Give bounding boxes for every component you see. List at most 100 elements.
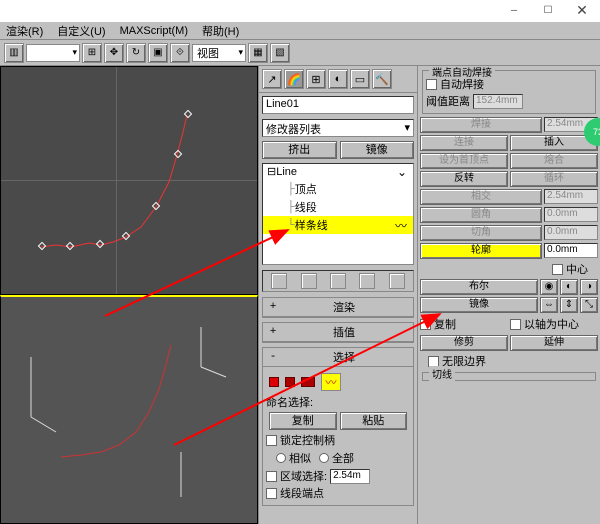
stack-vertex[interactable]: ├ 顶点 xyxy=(263,180,413,198)
menu-customize[interactable]: 自定义(U) xyxy=(57,23,105,39)
spline-drawing xyxy=(1,67,257,294)
stack-spline[interactable]: └ 样条线〰 xyxy=(263,216,413,234)
copy-sel-button[interactable]: 复制 xyxy=(269,412,337,430)
menu-maxscript[interactable]: MAXScript(M) xyxy=(120,25,188,37)
lock-handles-label: 锁定控制柄 xyxy=(280,432,335,448)
mirror-h-icon[interactable]: ⇔ xyxy=(540,297,558,313)
create-tab-icon[interactable]: ↗ xyxy=(262,69,282,89)
close-button[interactable]: ✕ xyxy=(566,2,598,20)
area-sel-check[interactable] xyxy=(266,471,277,482)
copy2-label: 复制 xyxy=(434,316,456,332)
mirror2-button[interactable]: 镜像 xyxy=(420,297,538,313)
tool-a-icon[interactable]: ▧ xyxy=(270,43,290,63)
hierarchy-tab-icon[interactable]: ⊞ xyxy=(306,69,326,89)
make-first-button[interactable]: 设为首顶点 xyxy=(420,153,508,169)
minimize-button[interactable]: — xyxy=(498,2,530,20)
rollout-select[interactable]: -选择 〰 命名选择: 复制 粘贴 锁定控制柄 相似 全部 区域 xyxy=(262,347,414,506)
lock-handles-check[interactable] xyxy=(266,435,277,446)
maximize-button[interactable]: ☐ xyxy=(532,2,564,20)
motion-tab-icon[interactable]: ◐ xyxy=(328,69,348,89)
tool-move-icon[interactable]: ✥ xyxy=(104,43,124,63)
pin-stack-icon[interactable] xyxy=(271,273,287,289)
cycle-button[interactable]: 循环 xyxy=(510,171,598,187)
intersect-button[interactable]: 相交 xyxy=(420,189,542,205)
outline-spinner[interactable]: 0.0mm xyxy=(544,243,598,258)
vertex2-subobj-icon[interactable] xyxy=(285,377,295,387)
mirror-button[interactable]: 镜像 xyxy=(340,141,415,159)
modify-panel: ↗ 🌈 ⊞ ◐ ▭ 🔨 Line01 修改器列表 挤出 镜像 ⊟ Line ⌄ … xyxy=(258,66,418,524)
center-check[interactable] xyxy=(552,264,563,275)
mirror-b-icon[interactable]: ⤡ xyxy=(580,297,598,313)
copy2-check[interactable] xyxy=(420,319,431,330)
fillet-spinner[interactable]: 0.0mm xyxy=(544,207,598,222)
tool-axis-icon[interactable]: ⊞ xyxy=(82,43,102,63)
tool-rotate-icon[interactable]: ↻ xyxy=(126,43,146,63)
threshold-spinner[interactable]: 152.4mm xyxy=(473,94,523,109)
rollout-interpolate[interactable]: +插值 xyxy=(262,322,414,343)
auto-weld-group: 端点自动焊接 自动焊接 阈值距离 152.4mm xyxy=(422,70,596,114)
modifier-stack[interactable]: ⊟ Line ⌄ ├ 顶点 ├ 线段 └ 样条线〰 xyxy=(262,163,414,265)
viewport-area xyxy=(0,66,258,524)
boolean-button[interactable]: 布尔 xyxy=(420,279,538,295)
about-axis-check[interactable] xyxy=(510,319,521,330)
command-panel-tabs: ↗ 🌈 ⊞ ◐ ▭ 🔨 xyxy=(259,66,417,93)
utilities-tab-icon[interactable]: 🔨 xyxy=(372,69,392,89)
seg-end-check[interactable] xyxy=(266,488,277,499)
visibility-icon[interactable]: ⌄ xyxy=(397,165,407,180)
stack-toolbar xyxy=(262,270,414,292)
similar-radio[interactable] xyxy=(276,453,286,463)
vertex-subobj-icon[interactable] xyxy=(269,377,279,387)
modify-tab-icon[interactable]: 🌈 xyxy=(284,69,304,89)
extend-button[interactable]: 延伸 xyxy=(510,335,598,351)
bool-sub-icon[interactable]: ◐ xyxy=(560,279,578,295)
display-tab-icon[interactable]: ▭ xyxy=(350,69,370,89)
tool-snap-icon[interactable]: ▦ xyxy=(248,43,268,63)
reverse-button[interactable]: 反转 xyxy=(420,171,508,187)
bool-union-icon[interactable]: ◉ xyxy=(540,279,558,295)
fillet-button[interactable]: 圆角 xyxy=(420,207,542,223)
seg-end-label: 线段端点 xyxy=(280,485,324,501)
unique-icon[interactable] xyxy=(330,273,346,289)
mirror-v-icon[interactable]: ⇕ xyxy=(560,297,578,313)
trim-button[interactable]: 修剪 xyxy=(420,335,508,351)
extrude-button[interactable]: 挤出 xyxy=(262,141,337,159)
object-name-field[interactable]: Line01 xyxy=(262,96,414,114)
segment-subobj-icon[interactable] xyxy=(301,377,315,387)
modifier-list-combo[interactable]: 修改器列表 xyxy=(262,119,414,137)
viewport-perspective[interactable] xyxy=(0,295,258,524)
area-sel-label: 区域选择: xyxy=(280,468,327,484)
toolbar-combo-1[interactable] xyxy=(26,44,80,62)
tool-align-icon[interactable]: ▥ xyxy=(4,43,24,63)
spline-sel-icon: 〰 xyxy=(395,217,407,234)
chamfer-spinner[interactable]: 0.0mm xyxy=(544,225,598,240)
all-label: 全部 xyxy=(332,450,354,466)
spline-subobj-icon[interactable]: 〰 xyxy=(321,373,341,391)
view-combo[interactable]: 视图 xyxy=(192,44,246,62)
fuse-button[interactable]: 熔合 xyxy=(510,153,598,169)
connect-button[interactable]: 连接 xyxy=(420,135,508,151)
chamfer-button[interactable]: 切角 xyxy=(420,225,542,241)
rollout-render[interactable]: +渲染 xyxy=(262,297,414,318)
weld-button[interactable]: 焊接 xyxy=(420,117,542,133)
menu-help[interactable]: 帮助(H) xyxy=(202,23,239,39)
tool-link-icon[interactable]: ⟐ xyxy=(170,43,190,63)
outline-button[interactable]: 轮廓 xyxy=(420,243,542,259)
remove-mod-icon[interactable] xyxy=(359,273,375,289)
intersect-spinner[interactable]: 2.54mm xyxy=(544,189,598,204)
show-end-icon[interactable] xyxy=(301,273,317,289)
auto-weld-check[interactable] xyxy=(426,79,437,90)
infinite-check[interactable] xyxy=(428,356,439,367)
spline-perspective xyxy=(1,297,257,524)
menu-render[interactable]: 渲染(R) xyxy=(6,23,43,39)
bool-int-icon[interactable]: ◑ xyxy=(580,279,598,295)
stack-line-root[interactable]: ⊟ Line ⌄ xyxy=(263,164,413,180)
stack-segment[interactable]: ├ 线段 xyxy=(263,198,413,216)
tangent-title: 切线 xyxy=(429,366,455,381)
titlebar: — ☐ ✕ xyxy=(0,0,600,22)
configure-icon[interactable] xyxy=(389,273,405,289)
paste-sel-button[interactable]: 粘贴 xyxy=(340,412,408,430)
tool-scale-icon[interactable]: ▣ xyxy=(148,43,168,63)
area-sel-spinner[interactable]: 2.54m xyxy=(330,469,370,484)
viewport-top[interactable] xyxy=(0,66,258,295)
all-radio[interactable] xyxy=(319,453,329,463)
